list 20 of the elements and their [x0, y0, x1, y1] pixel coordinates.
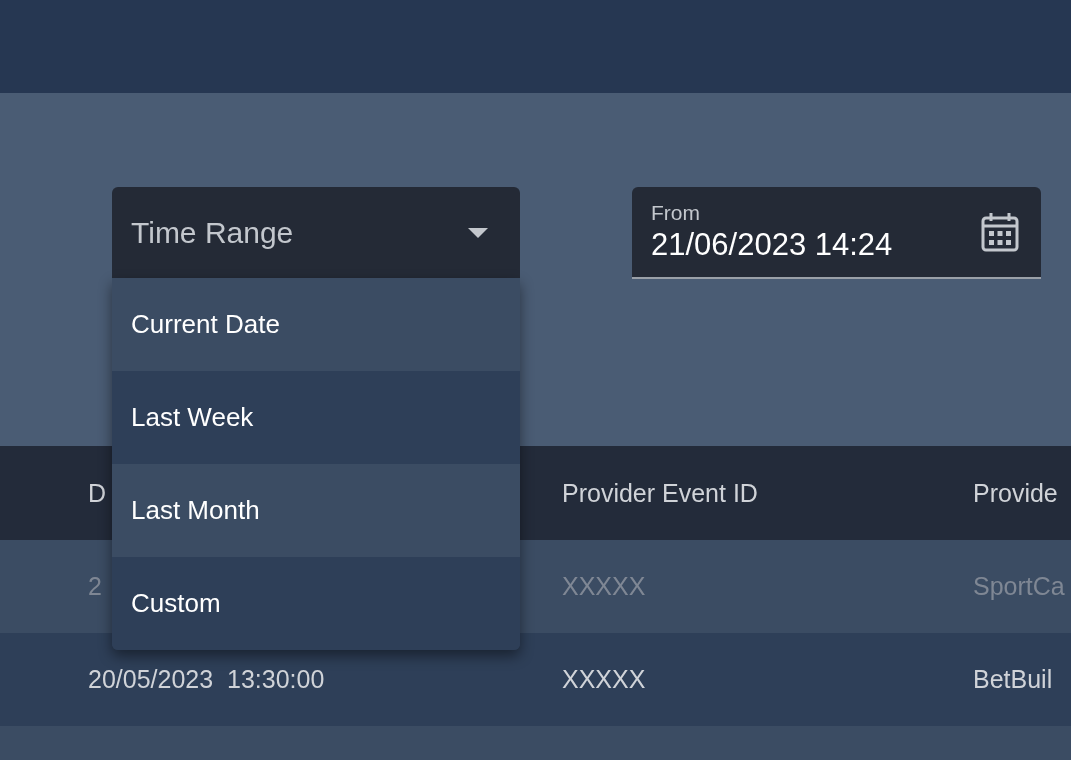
- column-header[interactable]: Provide: [973, 478, 1058, 507]
- caret-icon: [468, 227, 488, 238]
- calendar-icon[interactable]: [981, 212, 1019, 252]
- field-value: 21/06/2023 14:24: [651, 227, 893, 263]
- table-cell: 2: [88, 572, 102, 600]
- menu-option[interactable]: Last Week: [112, 371, 520, 464]
- table-cell: XXXXX: [562, 572, 646, 600]
- field-label: From: [651, 201, 701, 225]
- table-row[interactable]: 20/05/2023 13:30:00 XXXXX BetBuil: [0, 633, 1071, 726]
- menu-option[interactable]: Current Date: [112, 278, 520, 371]
- from-date-field[interactable]: From 21/06/2023 14:24: [632, 187, 1041, 279]
- table-cell: BetBuil: [973, 665, 1053, 693]
- table-cell: SportCa: [973, 572, 1065, 600]
- time-range-select[interactable]: Time Range: [112, 187, 520, 278]
- menu-option[interactable]: Last Month: [112, 464, 520, 557]
- column-header[interactable]: D: [88, 478, 107, 507]
- table-cell: 20/05/2023 13:30:00: [88, 665, 325, 693]
- column-header[interactable]: Provider Event ID: [562, 478, 758, 507]
- table-cell: XXXXX: [562, 665, 646, 693]
- menu-option[interactable]: Custom: [112, 557, 520, 650]
